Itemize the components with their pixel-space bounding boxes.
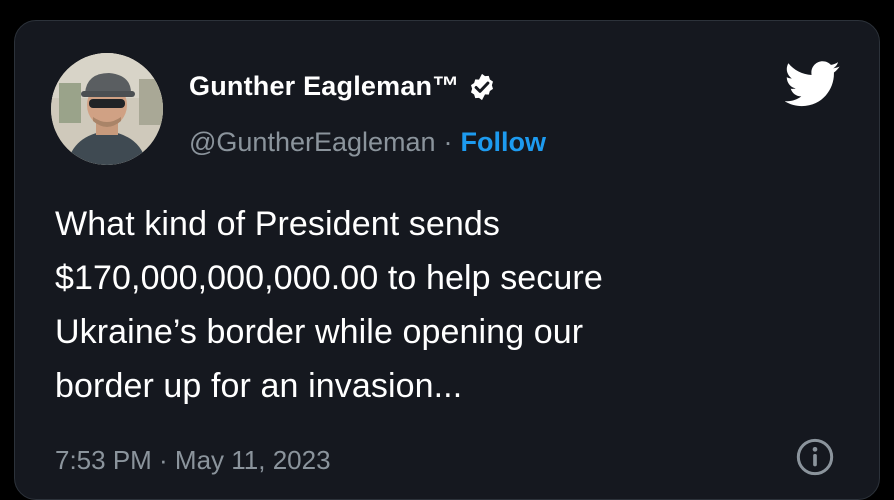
- handle-separator: ·: [443, 127, 453, 157]
- info-icon[interactable]: [795, 437, 835, 477]
- author-name[interactable]: Gunther Eagleman™: [189, 71, 459, 102]
- avatar-image: [51, 53, 163, 165]
- tweet-text: What kind of President sends $170,000,00…: [55, 205, 603, 405]
- author-handle-row: @GuntherEagleman · Follow: [189, 127, 546, 158]
- tweet-card[interactable]: Gunther Eagleman™ @GuntherEagleman · Fol…: [14, 20, 880, 500]
- verified-badge-icon: [471, 73, 494, 100]
- author-name-row: Gunther Eagleman™: [189, 71, 497, 102]
- avatar[interactable]: [51, 53, 163, 165]
- follow-button[interactable]: Follow: [461, 127, 546, 158]
- twitter-bird-icon[interactable]: [785, 61, 841, 107]
- author-handle[interactable]: @GuntherEagleman: [189, 127, 436, 158]
- tweet-timestamp[interactable]: 7:53 PM · May 11, 2023: [55, 445, 331, 476]
